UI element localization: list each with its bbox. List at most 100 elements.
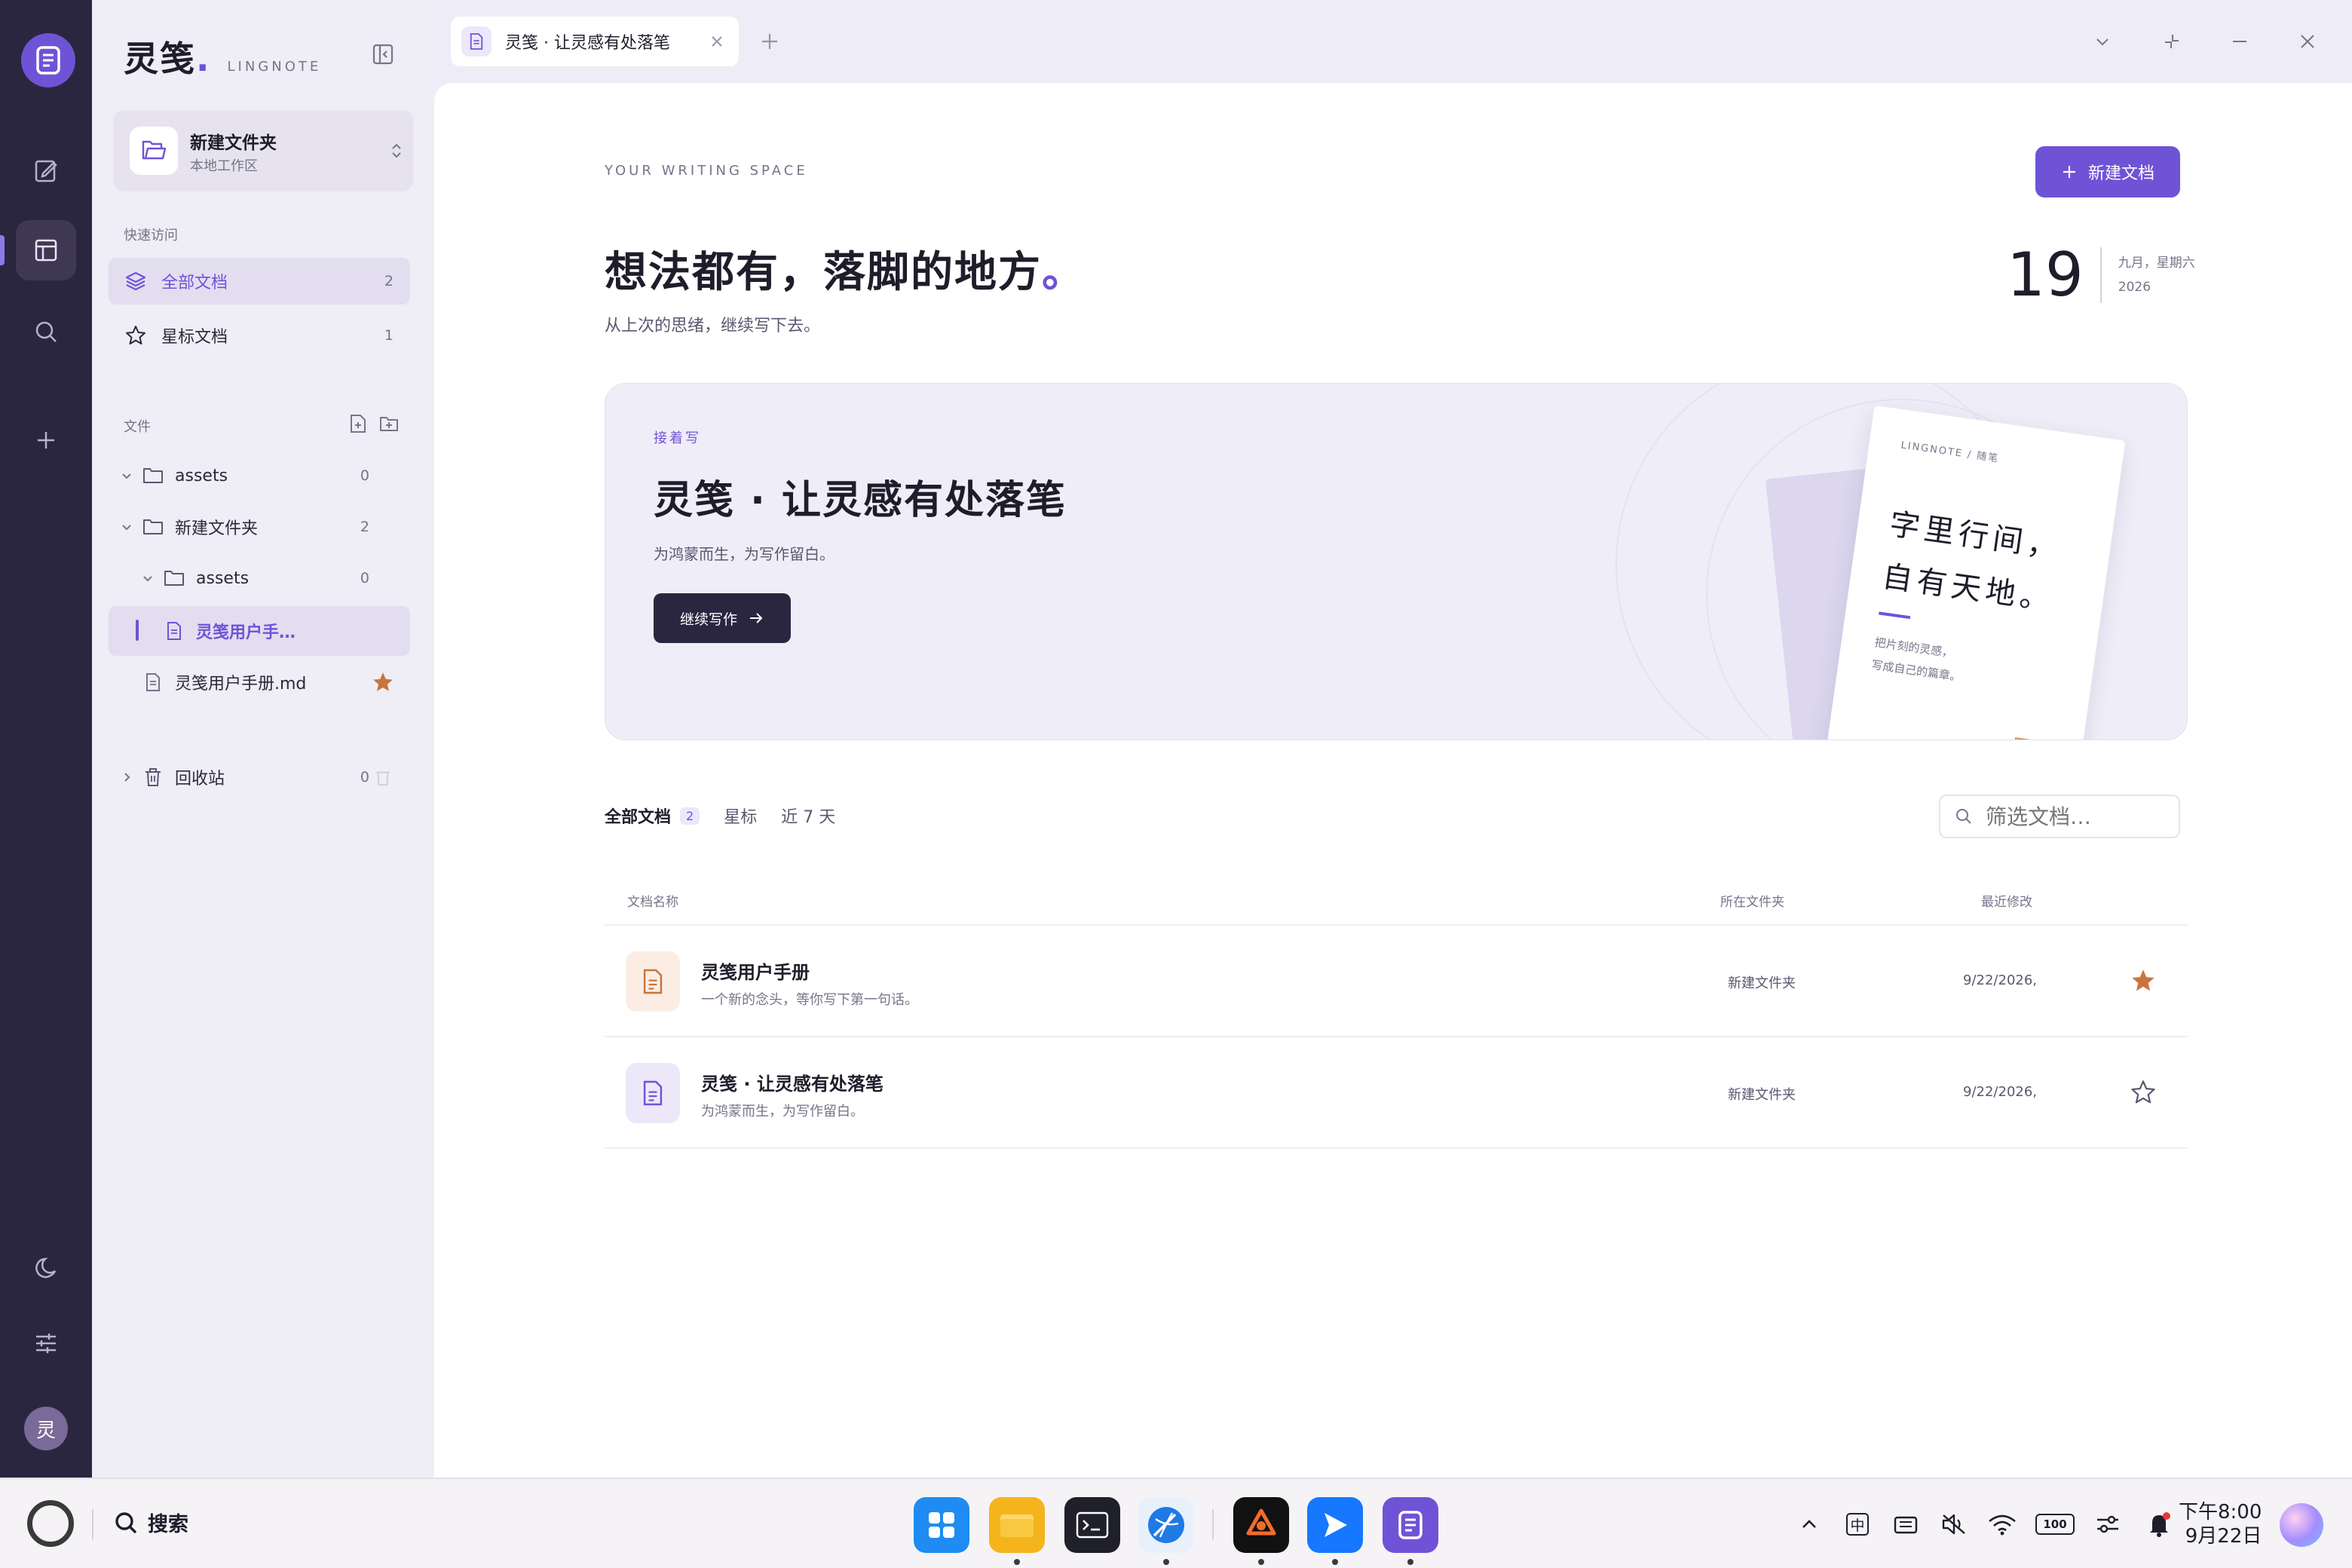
layers-icon: [125, 271, 146, 292]
running-indicator: [1163, 1559, 1169, 1565]
folder-open-icon: [130, 127, 178, 175]
chevron-down-icon: [119, 519, 134, 534]
date-display: 19 九月，星期六 2026: [2007, 240, 2195, 310]
document-filter-tabs: 全部文档 2 星标 近 7 天: [605, 804, 859, 828]
main-content: YOUR WRITING SPACE 想法都有，落脚的地方。 从上次的思绪，继续…: [434, 83, 2352, 1478]
chevron-up-icon[interactable]: [1794, 1509, 1824, 1539]
new-file-icon[interactable]: [348, 413, 368, 434]
star-filled-icon[interactable]: [371, 670, 395, 694]
tab-document[interactable]: 灵笺 · 让灵感有处落笔: [451, 17, 739, 66]
card-underline: [1879, 611, 1911, 620]
star-outline-icon[interactable]: [2130, 1080, 2158, 1107]
wifi-icon[interactable]: [1987, 1509, 2017, 1539]
sidebar-item-label: 星标文档: [161, 328, 228, 347]
chevron-down-icon[interactable]: [2090, 29, 2115, 54]
tree-file-active[interactable]: 灵笺用户手…: [109, 606, 410, 656]
add-icon[interactable]: [16, 410, 76, 470]
chevron-down-icon: [140, 571, 155, 586]
new-tab-icon[interactable]: [757, 29, 782, 54]
date-day: 19: [2007, 240, 2084, 310]
hero-title: 灵笺 · 让灵感有处落笔: [654, 478, 1067, 523]
tab-all-docs[interactable]: 全部文档 2: [605, 804, 700, 828]
workspace-subtitle: 本地工作区: [190, 158, 258, 174]
clock-date: 9月22日: [2185, 1525, 2262, 1548]
dashboard-icon[interactable]: [16, 220, 76, 280]
chevron-down-icon: [119, 468, 134, 483]
taskbar-search[interactable]: 搜索: [113, 1508, 188, 1537]
count-badge: 2: [680, 807, 700, 825]
brand-name: 灵笺: [124, 38, 196, 79]
search-icon[interactable]: [16, 302, 76, 362]
search-icon: [115, 1511, 137, 1533]
tab-bar: 灵笺 · 让灵感有处落笔: [434, 0, 2352, 83]
col-folder: 所在文件夹: [1720, 895, 1784, 910]
tree-folder-assets-nested[interactable]: assets 0: [109, 555, 410, 602]
creative-app-icon[interactable]: [1233, 1497, 1289, 1553]
rail-active-indicator: [0, 235, 5, 265]
running-indicator: [1407, 1559, 1413, 1565]
new-folder-icon[interactable]: [378, 413, 400, 434]
launcher-app-icon[interactable]: [914, 1497, 969, 1553]
tab-recent[interactable]: 近 7 天: [781, 804, 835, 828]
taskbar-clock[interactable]: 下午8:00 9月22日: [2179, 1500, 2262, 1548]
edit-icon[interactable]: [16, 140, 76, 201]
control-panel-icon[interactable]: [2093, 1509, 2123, 1539]
date-divider: [2099, 247, 2102, 303]
files-app-icon[interactable]: [989, 1497, 1045, 1553]
card-small-1: 把片刻的灵感，: [1873, 635, 1955, 660]
tree-folder-assets[interactable]: assets 0: [109, 452, 410, 499]
minimize-icon[interactable]: [2227, 29, 2252, 54]
hero-kicker: 接着写: [654, 430, 701, 446]
running-indicator: [1332, 1559, 1338, 1565]
star-filled-icon[interactable]: [2130, 968, 2158, 995]
date-weekday: 九月，星期六: [2118, 255, 2195, 271]
notification-bell-icon[interactable]: [2144, 1509, 2174, 1539]
doc-folder: 新建文件夹: [1728, 975, 1796, 991]
muted-speaker-icon[interactable]: [1939, 1509, 1969, 1539]
document-icon: [626, 1063, 680, 1123]
empty-trash-icon[interactable]: [371, 765, 395, 789]
filter-input[interactable]: [1986, 804, 2167, 829]
chevron-right-icon: [119, 770, 134, 785]
keyboard-icon[interactable]: [1891, 1509, 1921, 1539]
assistant-orb-icon[interactable]: [2280, 1503, 2323, 1547]
app-logo-icon[interactable]: [21, 33, 75, 87]
sidebar-item-starred[interactable]: 星标文档 1: [109, 312, 410, 359]
decor-card: LINGNOTE / 随笔 字里行间， 自有天地。 把片刻的灵感， 写成自己的篇…: [1826, 405, 2126, 740]
table-row[interactable]: 灵笺用户手册 一个新的念头，等你写下第一句话。 新建文件夹 9/22/2026,: [605, 926, 2188, 1037]
tree-folder-new[interactable]: 新建文件夹 2: [109, 504, 410, 550]
document-icon: [163, 620, 185, 642]
brand-sub: LINGNOTE: [227, 59, 322, 75]
restore-icon[interactable]: [2159, 29, 2185, 54]
tab-starred[interactable]: 星标: [724, 804, 757, 828]
workspace-switcher[interactable]: 新建文件夹 本地工作区: [113, 110, 413, 191]
hero-description: 为鸿蒙而生，为写作留白。: [654, 545, 835, 563]
new-document-button[interactable]: 新建文档: [2035, 146, 2180, 198]
tree-item-label: assets: [175, 466, 228, 485]
browser-app-icon[interactable]: [1138, 1497, 1194, 1553]
doc-description: 一个新的念头，等你写下第一句话。: [701, 992, 918, 1008]
sidebar: 灵笺. LINGNOTE 新建文件夹 本地工作区 快速访问 全部文档 2 星标文…: [92, 0, 434, 1478]
tree-file-manual[interactable]: 灵笺用户手册.md: [109, 659, 410, 706]
dark-mode-icon[interactable]: [16, 1238, 76, 1298]
terminal-app-icon[interactable]: [1064, 1497, 1120, 1553]
lingnote-app-icon[interactable]: [1383, 1497, 1438, 1553]
close-window-icon[interactable]: [2295, 29, 2320, 54]
close-tab-icon[interactable]: [707, 32, 727, 51]
settings-sliders-icon[interactable]: [16, 1313, 76, 1374]
start-button[interactable]: [27, 1500, 74, 1547]
new-document-label: 新建文档: [2087, 164, 2154, 183]
collapse-sidebar-icon[interactable]: [371, 42, 395, 66]
taskbar-divider: [1212, 1509, 1214, 1539]
sidebar-item-all-docs[interactable]: 全部文档 2: [109, 258, 410, 305]
continue-writing-button[interactable]: 继续写作: [654, 593, 791, 643]
battery-icon[interactable]: 100: [2031, 1509, 2079, 1539]
messaging-app-icon[interactable]: [1307, 1497, 1363, 1553]
ime-indicator[interactable]: 中: [1842, 1509, 1873, 1539]
count-badge: 0: [360, 769, 369, 786]
document-icon: [461, 26, 492, 57]
tree-trash[interactable]: 回收站 0: [109, 754, 410, 801]
avatar[interactable]: 灵: [24, 1407, 68, 1450]
table-row[interactable]: 灵笺 · 让灵感有处落笔 为鸿蒙而生，为写作留白。 新建文件夹 9/22/202…: [605, 1037, 2188, 1149]
clock-time: 下午8:00: [2179, 1501, 2262, 1524]
